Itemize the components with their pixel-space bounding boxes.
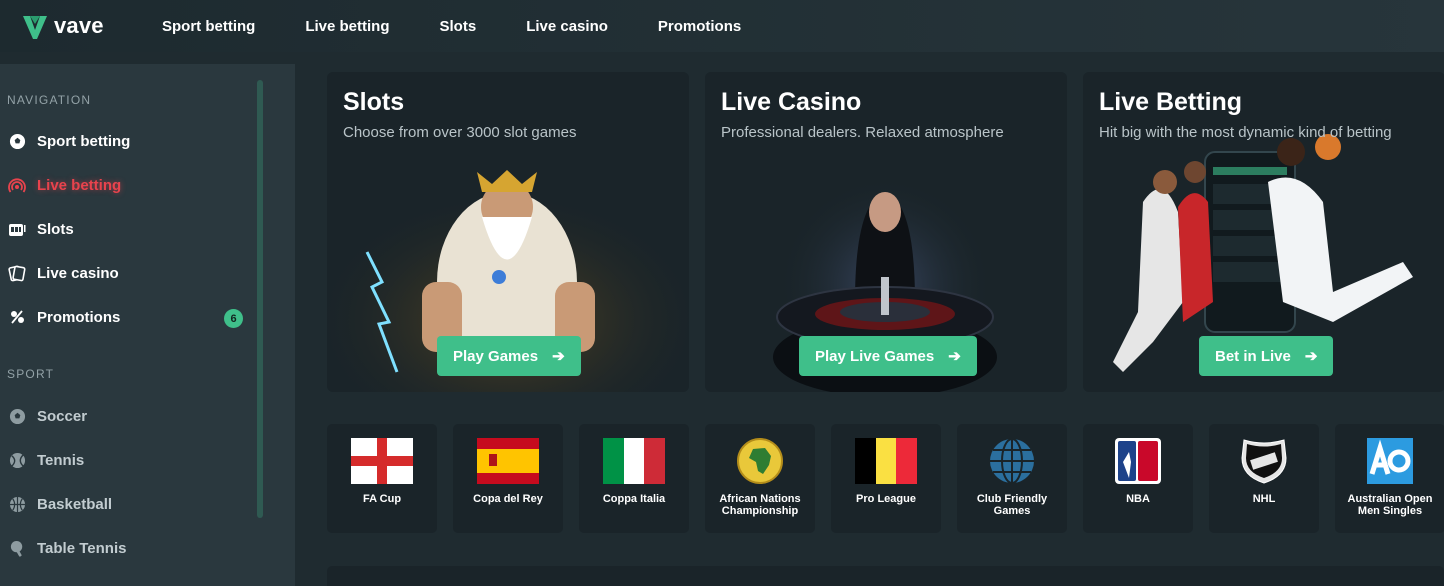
basketball-icon	[8, 495, 26, 513]
nba-logo-icon	[1115, 438, 1161, 484]
bet-in-live-button[interactable]: Bet in Live ➔	[1199, 336, 1334, 376]
promo-subtitle: Hit big with the most dynamic kind of be…	[1099, 124, 1392, 141]
sidebar-item-label: Sport betting	[37, 132, 131, 150]
logo[interactable]: vave	[22, 12, 104, 40]
world-globe-icon	[990, 438, 1034, 484]
competition-name: Coppa Italia	[602, 493, 666, 505]
cards-icon	[8, 264, 26, 282]
italy-flag-icon	[603, 438, 665, 484]
cta-label: Bet in Live	[1215, 347, 1291, 365]
competition-tile-coppa-italia[interactable]: Coppa Italia	[579, 424, 689, 533]
top-nav: Sport betting Live betting Slots Live ca…	[162, 0, 791, 52]
promotions-count-badge: 6	[224, 309, 243, 328]
competition-name: NBA	[1126, 493, 1150, 505]
australian-open-logo-icon	[1367, 438, 1413, 484]
sidebar-item-slots[interactable]: Slots	[8, 217, 253, 241]
competition-name: African Nations Championship	[719, 493, 801, 517]
top-bar: vave Sport betting Live betting Slots Li…	[0, 0, 1444, 52]
topnav-live-casino[interactable]: Live casino	[526, 18, 608, 35]
sport-section-label: SPORT	[7, 367, 55, 381]
slots-promo-card[interactable]: Slots Choose from over 3000 slot games P…	[327, 72, 689, 392]
table-tennis-icon	[8, 539, 26, 557]
sidebar-item-label: Soccer	[37, 407, 88, 425]
sidebar-item-label: Tennis	[37, 451, 85, 469]
sidebar-item-label: Live betting	[37, 176, 122, 194]
competition-name: Pro League	[856, 493, 916, 505]
sidebar: NAVIGATION Sport betting Live betting Sl…	[0, 64, 295, 586]
promo-subtitle: Choose from over 3000 slot games	[343, 124, 577, 141]
sidebar-item-promotions[interactable]: Promotions	[8, 305, 253, 329]
sidebar-item-label: Table Tennis	[37, 539, 127, 557]
competition-tile-copa-del-rey[interactable]: Copa del Rey	[453, 424, 563, 533]
sidebar-item-label: Basketball	[37, 495, 113, 513]
arrow-right-icon: ➔	[948, 348, 961, 365]
sidebar-item-soccer[interactable]: Soccer	[8, 404, 253, 428]
competition-tile-nhl[interactable]: NHL	[1209, 424, 1319, 533]
promo-title: Live Betting	[1099, 88, 1243, 116]
topnav-sport-betting[interactable]: Sport betting	[162, 18, 255, 35]
competition-name: Australian Open Men Singles	[1347, 493, 1433, 517]
competition-name: Copa del Rey	[473, 493, 543, 505]
cta-label: Play Games	[453, 347, 539, 365]
soccer-ball-icon	[8, 407, 26, 425]
sidebar-item-label: Slots	[37, 220, 74, 238]
competition-tile-pro-league[interactable]: Pro League	[831, 424, 941, 533]
slot-machine-icon	[8, 220, 26, 238]
sidebar-item-basketball[interactable]: Basketball	[8, 492, 253, 516]
next-section-panel	[327, 566, 1444, 586]
promo-title: Live Casino	[721, 88, 862, 116]
competition-tile-nba[interactable]: NBA	[1083, 424, 1193, 533]
cta-label: Play Live Games	[815, 347, 935, 365]
arrow-right-icon: ➔	[552, 348, 565, 365]
arrow-right-icon: ➔	[1304, 348, 1318, 365]
promotions-icon	[8, 308, 26, 326]
topnav-live-betting[interactable]: Live betting	[305, 18, 389, 35]
sidebar-item-sport-betting[interactable]: Sport betting	[8, 129, 253, 153]
sidebar-item-label: Live casino	[37, 264, 119, 282]
live-signal-icon	[8, 176, 26, 194]
play-games-button[interactable]: Play Games ➔	[437, 336, 581, 376]
competition-name: NHL	[1252, 493, 1276, 505]
sidebar-scrollbar[interactable]	[257, 80, 263, 518]
promo-subtitle: Professional dealers. Relaxed atmosphere	[721, 124, 1004, 141]
live-betting-promo-card[interactable]: Live Betting Hit big with the most dynam…	[1083, 72, 1444, 392]
soccer-ball-icon	[8, 132, 26, 150]
tennis-ball-icon	[8, 451, 26, 469]
topnav-promotions[interactable]: Promotions	[658, 18, 741, 35]
competition-tile-australian-open[interactable]: Australian Open Men Singles	[1335, 424, 1444, 533]
belgium-flag-icon	[855, 438, 917, 484]
promo-title: Slots	[343, 88, 405, 116]
vave-logo-icon	[23, 16, 47, 39]
sidebar-item-tennis[interactable]: Tennis	[8, 448, 253, 472]
africa-globe-icon	[737, 438, 783, 484]
competition-tile-club-friendly-games[interactable]: Club Friendly Games	[957, 424, 1067, 533]
competition-tile-fa-cup[interactable]: FA Cup	[327, 424, 437, 533]
competition-name: Club Friendly Games	[976, 493, 1048, 517]
live-casino-promo-card[interactable]: Live Casino Professional dealers. Relaxe…	[705, 72, 1067, 392]
sidebar-item-table-tennis[interactable]: Table Tennis	[8, 536, 253, 560]
navigation-section-label: NAVIGATION	[7, 93, 92, 107]
play-live-games-button[interactable]: Play Live Games ➔	[799, 336, 977, 376]
topnav-slots[interactable]: Slots	[440, 18, 477, 35]
nhl-logo-icon	[1241, 439, 1287, 484]
competition-name: FA Cup	[362, 493, 402, 505]
sidebar-item-live-betting[interactable]: Live betting	[8, 173, 253, 197]
sidebar-item-live-casino[interactable]: Live casino	[8, 261, 253, 285]
england-flag-icon	[351, 438, 413, 484]
sidebar-item-label: Promotions	[37, 308, 121, 326]
spain-flag-icon	[477, 438, 539, 484]
logo-text: vave	[54, 13, 104, 38]
competition-tile-african-nations-championship[interactable]: African Nations Championship	[705, 424, 815, 533]
